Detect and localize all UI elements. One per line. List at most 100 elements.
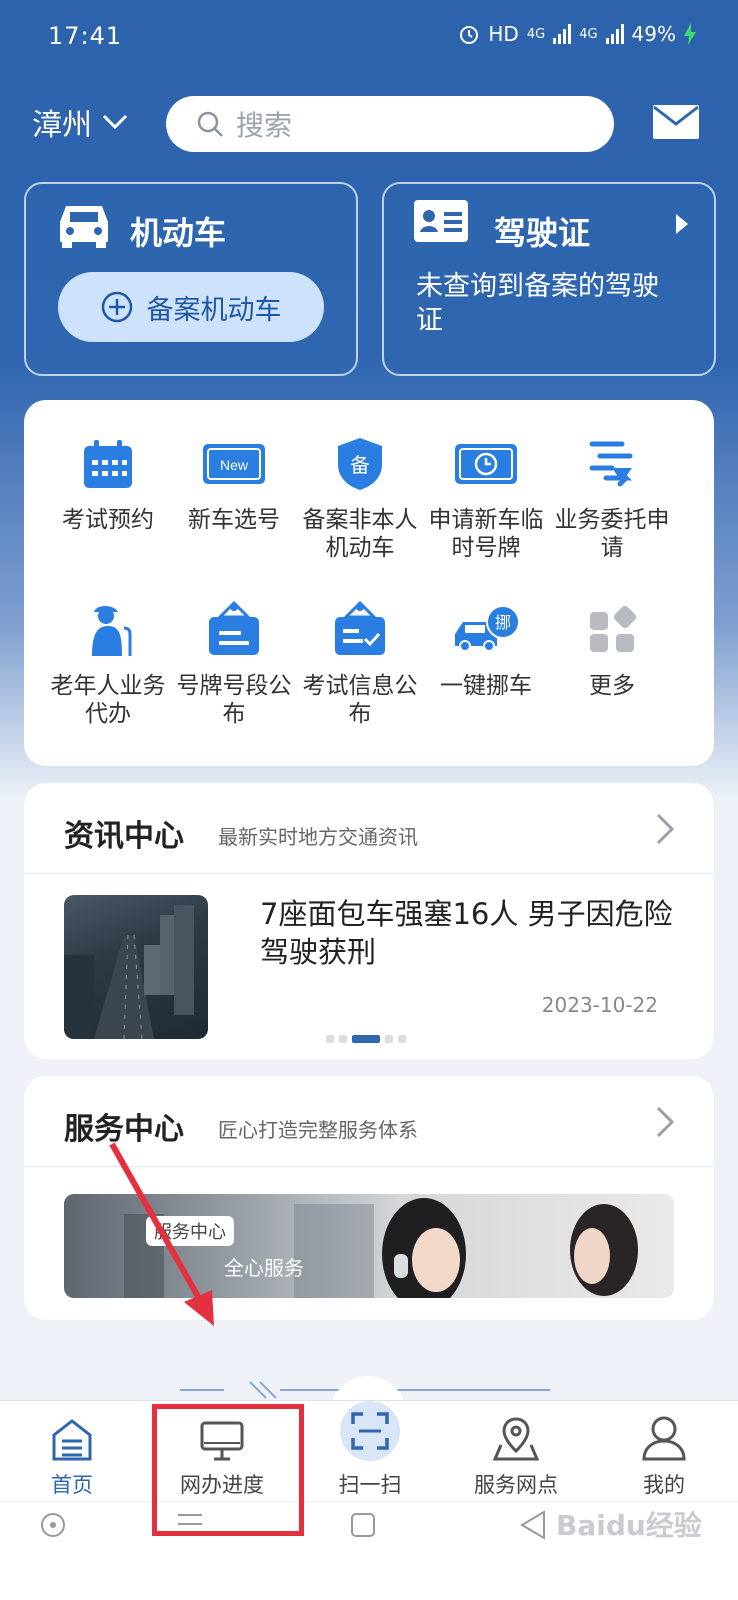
service-center-banner[interactable]: 服务中心 全心服务 bbox=[64, 1194, 674, 1298]
news-divider bbox=[24, 873, 714, 874]
bottom-nav: 首页 网办进度 扫一扫 服务网点 我的 bbox=[0, 1400, 738, 1501]
svg-text:备: 备 bbox=[350, 453, 370, 477]
hd-indicator: HD bbox=[488, 22, 519, 46]
annotation-highlight-box bbox=[152, 1404, 304, 1536]
network-indicator-1: 4G bbox=[526, 26, 546, 42]
status-indicators: HD 4G 4G 49% bbox=[458, 22, 696, 46]
id-card-icon bbox=[414, 200, 468, 242]
car-icon bbox=[60, 206, 108, 248]
delegate-icon bbox=[589, 441, 633, 487]
service-elder-agent[interactable]: 老年人业务代办 bbox=[49, 600, 167, 728]
shield-bei-icon: 备 bbox=[338, 438, 382, 490]
plus-circle-icon bbox=[101, 291, 132, 323]
watermark: Baidu经验 bbox=[556, 1509, 702, 1542]
add-vehicle-label: 备案机动车 bbox=[146, 294, 282, 326]
service-label: 老年人业务代办 bbox=[50, 673, 166, 727]
city-selector[interactable]: 漳州 bbox=[32, 100, 128, 144]
highway-image bbox=[64, 905, 194, 1039]
service-label: 备案非本人机动车 bbox=[302, 507, 418, 561]
service-more[interactable]: 更多 bbox=[553, 600, 671, 700]
search-icon bbox=[197, 111, 223, 137]
carousel-dot bbox=[385, 1035, 393, 1043]
plate-board-icon bbox=[209, 601, 259, 655]
service-center-subtitle: 匠心打造完整服务体系 bbox=[218, 1118, 418, 1142]
vehicle-title: 机动车 bbox=[130, 214, 227, 252]
home-square-icon[interactable] bbox=[350, 1512, 376, 1538]
carousel-dot bbox=[326, 1035, 334, 1043]
chevron-down-icon bbox=[102, 114, 128, 130]
status-time: 17:41 bbox=[48, 22, 123, 50]
city-name: 漳州 bbox=[32, 108, 92, 143]
service-register-other-vehicle[interactable]: 备 备案非本人机动车 bbox=[301, 434, 419, 562]
status-bar: 17:41 HD 4G 4G 49% bbox=[0, 0, 738, 72]
svg-text:挪: 挪 bbox=[495, 613, 511, 632]
service-temp-plate[interactable]: 申请新车临时号牌 bbox=[427, 434, 545, 562]
service-label: 号牌号段公布 bbox=[176, 673, 292, 727]
new-plate-icon: New bbox=[203, 444, 265, 484]
news-headline[interactable]: 7座面包车强塞16人 男子因危险驾驶获刑 bbox=[260, 895, 680, 971]
mail-icon[interactable] bbox=[652, 104, 700, 140]
service-center-card: 服务中心 匠心打造完整服务体系 服务中心 全心服务 bbox=[24, 1076, 714, 1320]
support-staff-image bbox=[124, 1198, 638, 1298]
signal-icon bbox=[553, 24, 572, 44]
nav-scan[interactable]: 扫一扫 bbox=[310, 1401, 430, 1499]
carousel-dot-active bbox=[352, 1035, 380, 1043]
service-label: 一键挪车 bbox=[440, 673, 532, 699]
search-input[interactable]: 搜索 bbox=[166, 96, 614, 152]
carousel-dot bbox=[339, 1035, 347, 1043]
news-subtitle: 最新实时地方交通资讯 bbox=[218, 825, 418, 849]
home-icon bbox=[52, 1419, 92, 1461]
service-label: 更多 bbox=[589, 673, 635, 699]
banner-tag: 服务中心 bbox=[146, 1216, 234, 1246]
signal-icon-2 bbox=[605, 24, 624, 44]
back-icon[interactable] bbox=[520, 1510, 546, 1540]
exam-board-icon bbox=[335, 601, 385, 655]
service-exam-booking[interactable]: 考试预约 bbox=[49, 434, 167, 534]
nav-home[interactable]: 首页 bbox=[12, 1415, 132, 1499]
news-title: 资讯中心 bbox=[64, 819, 184, 854]
license-card[interactable]: 驾驶证 未查询到备案的驾驶证 bbox=[382, 182, 716, 376]
charging-icon bbox=[684, 23, 696, 45]
service-new-car-plate[interactable]: New 新车选号 bbox=[175, 434, 293, 534]
banner-text: 全心服务 bbox=[224, 1256, 304, 1280]
nav-label: 首页 bbox=[51, 1473, 93, 1497]
nav-label: 服务网点 bbox=[474, 1473, 558, 1497]
service-label: 考试信息公布 bbox=[302, 673, 418, 727]
network-indicator-2: 4G bbox=[579, 26, 598, 42]
service-center-divider bbox=[24, 1166, 714, 1167]
system-nav-bar: Baidu经验 bbox=[0, 1502, 738, 1600]
scan-icon bbox=[351, 1412, 389, 1450]
assistant-icon[interactable] bbox=[40, 1512, 66, 1538]
service-exam-info[interactable]: 考试信息公布 bbox=[301, 600, 419, 728]
news-center-card: 资讯中心 最新实时地方交通资讯 7座面包车强塞16人 男子因危险驾驶获刑 202… bbox=[24, 783, 714, 1059]
svg-text:New: New bbox=[220, 457, 249, 473]
news-date: 2023-10-22 bbox=[541, 993, 658, 1017]
service-delegate[interactable]: 业务委托申请 bbox=[553, 434, 671, 562]
move-car-icon: 挪 bbox=[455, 605, 520, 652]
battery-level: 49% bbox=[631, 22, 676, 46]
service-label: 申请新车临时号牌 bbox=[428, 507, 544, 561]
chevron-right-icon[interactable] bbox=[656, 1106, 674, 1138]
nav-label: 我的 bbox=[643, 1473, 685, 1497]
services-panel: 考试预约 New 新车选号 备 备案非本人机动车 申请新车临时号牌 业务委托申请… bbox=[24, 400, 714, 766]
vehicle-card[interactable]: 机动车 备案机动车 bbox=[24, 182, 358, 376]
news-thumbnail[interactable] bbox=[64, 895, 208, 1039]
service-move-car[interactable]: 挪 一键挪车 bbox=[427, 600, 545, 700]
carousel-dot bbox=[398, 1035, 406, 1043]
service-label: 业务委托申请 bbox=[554, 507, 670, 561]
calendar-icon bbox=[84, 440, 132, 488]
search-placeholder: 搜索 bbox=[236, 109, 293, 142]
carousel-indicator bbox=[326, 1035, 406, 1043]
chevron-right-icon bbox=[676, 214, 688, 234]
user-icon bbox=[642, 1416, 686, 1461]
nav-service-points[interactable]: 服务网点 bbox=[456, 1415, 576, 1499]
alarm-icon bbox=[460, 26, 479, 44]
service-plate-segment[interactable]: 号牌号段公布 bbox=[175, 600, 293, 728]
add-vehicle-button[interactable]: 备案机动车 bbox=[58, 272, 324, 342]
chevron-right-icon[interactable] bbox=[656, 813, 674, 845]
nav-label: 扫一扫 bbox=[338, 1473, 402, 1497]
map-pin-icon bbox=[493, 1417, 539, 1461]
nav-mine[interactable]: 我的 bbox=[604, 1415, 724, 1499]
more-grid-icon bbox=[590, 606, 636, 652]
service-label: 考试预约 bbox=[62, 507, 154, 533]
